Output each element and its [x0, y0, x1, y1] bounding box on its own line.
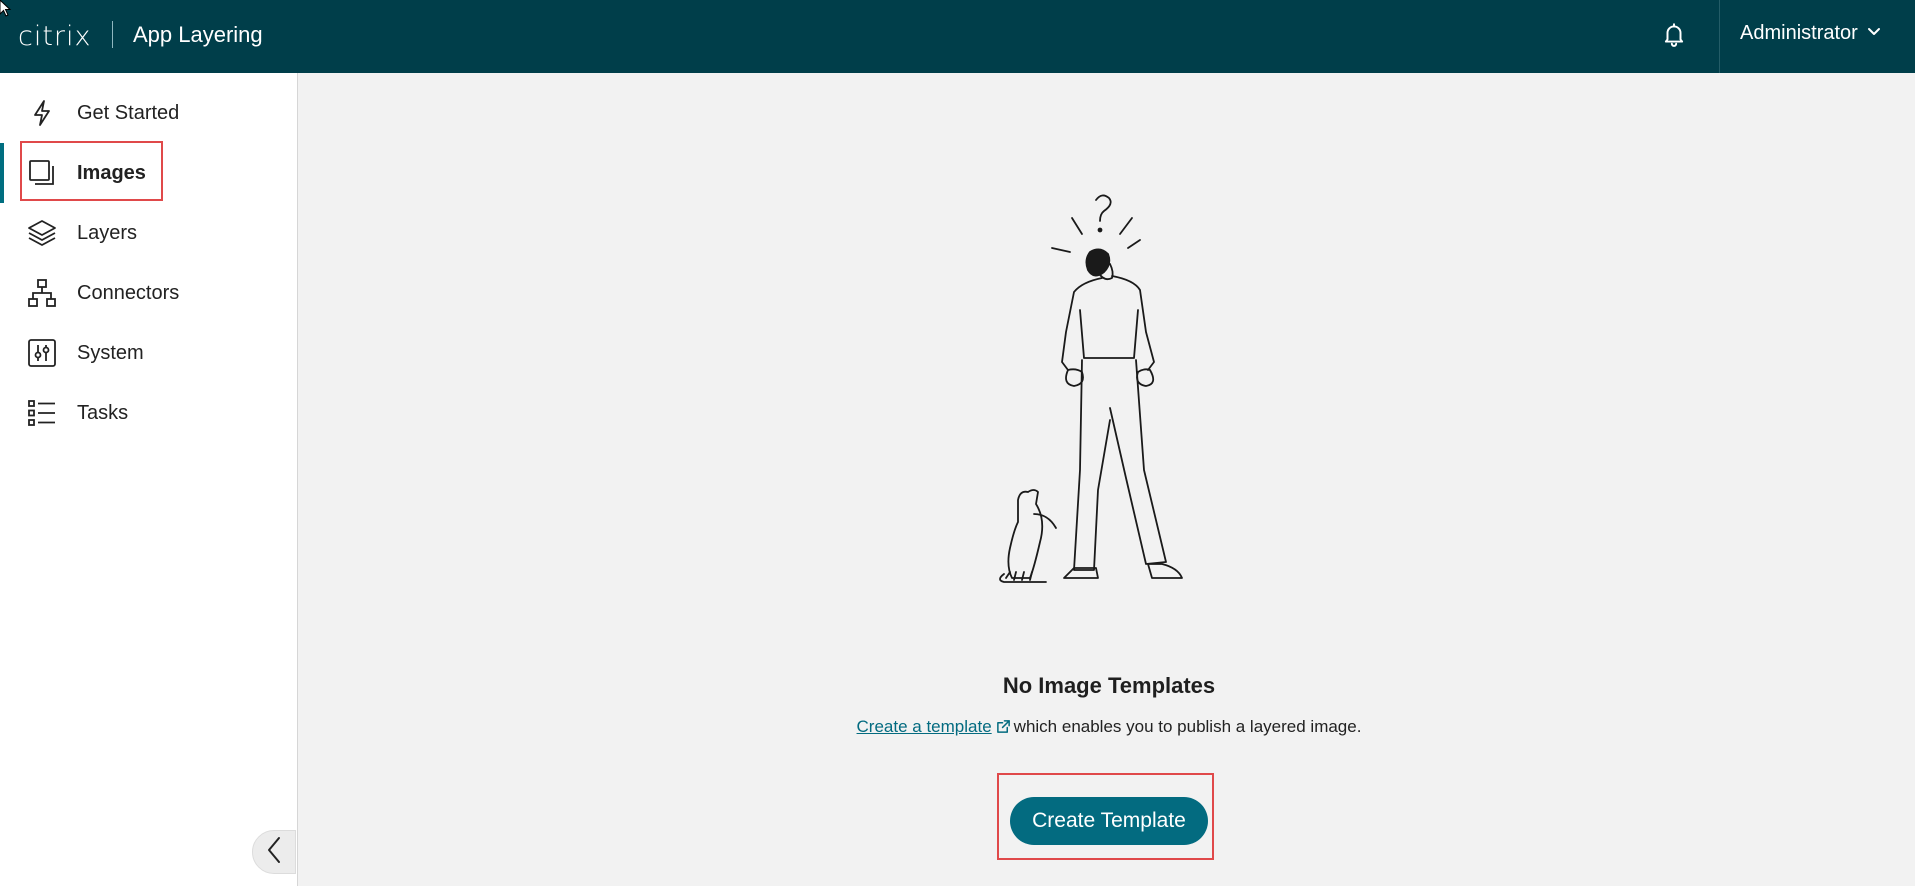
sidebar-item-label: Layers — [77, 221, 138, 244]
empty-state-title: No Image Templates — [1002, 673, 1216, 698]
empty-state-illustration — [990, 190, 1230, 590]
task-list-icon — [27, 398, 57, 428]
top-bar: citrix App Layering Administrator — [0, 0, 1915, 73]
highlight-box-create-template — [997, 773, 1214, 860]
user-menu-divider — [1719, 0, 1720, 73]
sidebar-item-layers[interactable]: Layers — [0, 205, 298, 261]
citrix-logo[interactable]: citrix — [18, 18, 92, 54]
sidebar-item-label: Connectors — [77, 281, 180, 304]
notifications-button[interactable] — [1660, 22, 1688, 50]
chevron-left-icon — [263, 835, 285, 870]
sidebar-item-tasks[interactable]: Tasks — [0, 385, 298, 441]
chevron-down-icon — [1866, 23, 1882, 44]
mouse-cursor-icon — [0, 0, 12, 18]
sidebar-item-label: System — [77, 341, 144, 364]
layers-icon — [27, 218, 57, 248]
user-name: Administrator — [1740, 22, 1858, 44]
sidebar-item-label: Get Started — [77, 101, 180, 124]
empty-state-message: Create a template which enables you to pu… — [700, 717, 1518, 737]
collapse-sidebar-button[interactable] — [252, 830, 296, 874]
header-divider — [112, 21, 113, 48]
external-link-icon — [996, 719, 1011, 734]
user-menu[interactable]: Administrator — [1740, 22, 1882, 45]
sliders-icon — [27, 338, 57, 368]
bell-icon — [1661, 21, 1687, 52]
sidebar-item-get-started[interactable]: Get Started — [0, 85, 298, 141]
highlight-box-images — [20, 141, 163, 201]
empty-state-message-text: which enables you to publish a layered i… — [1013, 717, 1362, 736]
sidebar-item-system[interactable]: System — [0, 325, 298, 381]
sidebar-item-label: Tasks — [77, 401, 129, 424]
create-template-link[interactable]: Create a template — [857, 717, 992, 736]
sidebar: Get Started Images Layers Connectors Sys… — [0, 73, 298, 886]
lightning-icon — [27, 98, 57, 128]
logo-text: citrix — [18, 20, 92, 52]
sidebar-item-connectors[interactable]: Connectors — [0, 265, 298, 321]
app-title: App Layering — [133, 22, 263, 47]
network-icon — [27, 278, 57, 308]
